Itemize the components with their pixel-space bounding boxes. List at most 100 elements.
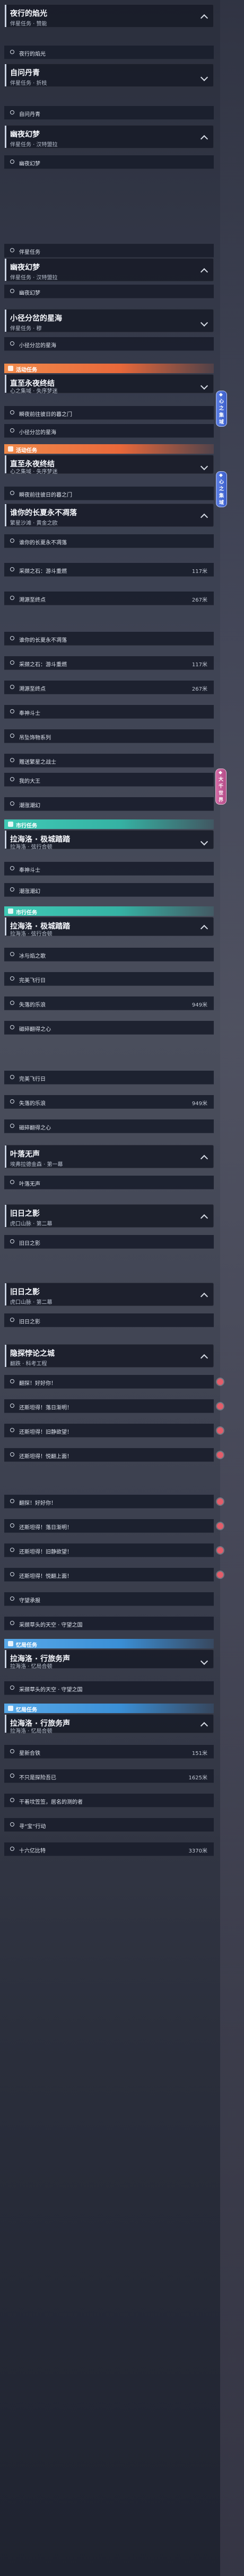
category-header[interactable]: 活动任务	[4, 444, 214, 454]
quest-card[interactable]: 谁你的长夏永不凋落 繁星沙滩 · 黄金之欧	[4, 504, 214, 527]
objective-row[interactable]: 翻探！好好你！	[4, 1495, 223, 1508]
chevron-down-icon[interactable]	[200, 73, 208, 82]
objective-row[interactable]: 还斯坦得！落日渐明！	[4, 1519, 223, 1533]
objective-text: 冰与焰之歌	[19, 954, 46, 959]
objective-row[interactable]: 瞬夜前往彼日的暮之门	[4, 487, 214, 500]
chevron-up-icon[interactable]	[200, 1214, 208, 1222]
objective-row[interactable]: 翻探！好好你！	[4, 1375, 223, 1389]
objective-row[interactable]: 冰与焰之歌	[4, 948, 214, 961]
objective-row[interactable]: 磁碎翻得之心	[4, 1021, 214, 1035]
objective-row[interactable]: 完美飞行日	[4, 1071, 214, 1084]
objective-row[interactable]: 旧日之影	[4, 1313, 214, 1327]
objective-row[interactable]: 谁你的长夏永不凋落	[4, 534, 214, 548]
objective-row[interactable]: 伴星任务	[4, 244, 214, 258]
objective-text: 干着坟笠笠，居名的测的者	[19, 1799, 83, 1805]
category-header[interactable]: 活动任务	[4, 364, 214, 373]
quest-subtitle: 虎口山脉 · 第二幕	[10, 1221, 53, 1227]
chevron-up-icon[interactable]	[200, 924, 208, 933]
objective-row[interactable]: 小径分岔的星海	[4, 424, 214, 438]
event-tag[interactable]: ◆ 大千世界	[215, 769, 226, 805]
objective-row[interactable]: 自问丹青	[4, 106, 214, 120]
chevron-up-icon[interactable]	[200, 1354, 208, 1362]
quest-card[interactable]: 幽夜幻梦 伴星任务 · 汉特盟拉	[4, 258, 214, 281]
objective-row[interactable]: 磁碎翻得之心	[4, 1119, 214, 1133]
objective-row[interactable]: 不只是探险吾已 1625米	[4, 1769, 214, 1783]
quest-card[interactable]: 幽夜幻梦 伴星任务 · 汉特盟拉	[4, 125, 214, 148]
chevron-down-icon[interactable]	[200, 1657, 208, 1665]
chevron-down-icon[interactable]	[200, 462, 208, 471]
objective-text: 采撷之石：游斗重燃	[19, 662, 67, 668]
objective-row[interactable]: 完美飞行日	[4, 972, 214, 986]
objective-row[interactable]: 还斯坦得！旧静欲望！	[4, 1424, 223, 1437]
quest-subtitle: 拉海洛 · 弦行合顿	[10, 931, 53, 937]
objective-row[interactable]: 溯源至终点 267米	[4, 681, 214, 694]
objective-row[interactable]: 旧日之影	[4, 1235, 214, 1249]
card-accent-bar	[5, 1205, 6, 1227]
objective-row[interactable]: 星新合铁 151米	[4, 1745, 214, 1759]
quest-card[interactable]: 直至永夜终结 心之集域 · 失序梦迷 ◆ 心之集域	[4, 374, 227, 427]
objective-row[interactable]: 吊坠饰物系列	[4, 729, 214, 743]
objective-text: 失落的乐浪	[19, 1002, 46, 1008]
objective-row[interactable]: 幽夜幻梦	[4, 285, 214, 298]
objective-bullet-icon	[10, 248, 14, 252]
category-header[interactable]: 市行任务	[4, 819, 214, 829]
category-header[interactable]: 忆局任务	[4, 1704, 214, 1713]
objective-row[interactable]: 寻“宝”行动	[4, 1818, 214, 1832]
objective-row[interactable]: 十六亿比特 3370米	[4, 1842, 214, 1856]
objective-row[interactable]: 谁你的长夏永不凋落	[4, 632, 214, 646]
quest-card[interactable]: 旧日之影 虎口山脉 · 第二幕	[4, 1283, 214, 1306]
objective-row[interactable]: 潮涨潮幻	[4, 883, 214, 897]
objective-row[interactable]: 夜行的焰光	[4, 46, 214, 59]
objective-row[interactable]: 采撷草头的天空 · 守望之国	[4, 1681, 214, 1695]
objective-row[interactable]: 瞬夜前往彼日的暮之门	[4, 406, 214, 420]
quest-card[interactable]: 夜行的焰光 伴星任务 · 赞能	[4, 4, 214, 28]
objective-row[interactable]: 叶落无声	[4, 1176, 214, 1189]
objective-row[interactable]: 采撷草头的天空 · 守望之国	[4, 1617, 214, 1630]
objective-row[interactable]: 潮涨潮幻	[4, 797, 214, 811]
objective-bullet-icon	[10, 1798, 14, 1802]
objective-row[interactable]: 奉神斗士	[4, 862, 214, 876]
objective-bullet-icon	[10, 1523, 14, 1528]
quest-card[interactable]: 隐探悖论之城 翻跌 · 科考工程	[4, 1344, 214, 1368]
objective-row[interactable]: 采撷之石：游斗重燃 117米	[4, 563, 214, 577]
objective-row[interactable]: 奉神斗士	[4, 705, 214, 719]
objective-row[interactable]: 还斯坦得！悦翻上面！	[4, 1448, 223, 1462]
event-tag[interactable]: ◆ 心之集域	[216, 471, 227, 507]
chevron-up-icon[interactable]	[200, 135, 208, 143]
chevron-up-icon[interactable]	[200, 513, 208, 522]
card-accent-bar	[5, 918, 6, 936]
objective-row[interactable]: 失落的乐浪 949米	[4, 1095, 214, 1109]
objective-row[interactable]: 还斯坦得！旧静欲望！	[4, 1543, 223, 1557]
chevron-down-icon[interactable]	[200, 837, 208, 846]
chevron-down-icon[interactable]	[200, 319, 208, 327]
event-tag[interactable]: ◆ 心之集域	[216, 391, 227, 427]
quest-card[interactable]: 直至永夜终结 心之集域 · 失序梦迷 ◆ 心之集域	[4, 455, 227, 507]
objective-row[interactable]: 我的大王 ◆ 大千世界	[4, 769, 226, 805]
chevron-up-icon[interactable]	[200, 14, 208, 22]
quest-card[interactable]: 旧日之影 虎口山脉 · 第二幕	[4, 1204, 214, 1228]
objective-row[interactable]: 溯源至终点 267米	[4, 592, 214, 605]
quest-card[interactable]: 自问丹青 伴星任务 · 折枝	[4, 64, 214, 87]
chevron-up-icon[interactable]	[200, 268, 208, 276]
objective-row[interactable]: 幽夜幻梦	[4, 155, 214, 169]
chevron-down-icon[interactable]	[200, 382, 208, 390]
objective-row[interactable]: 赠送繁星之战士	[4, 754, 214, 767]
quest-card[interactable]: 拉海洛 · 极城踏踏 拉海洛 · 弦行合顿	[4, 917, 214, 937]
objective-row[interactable]: 还斯坦得！悦翻上面！	[4, 1568, 223, 1582]
quest-card[interactable]: 小径分岔的星海 伴星任务 · 穆	[4, 309, 214, 332]
objective-row[interactable]: 小径分岔的星海	[4, 337, 214, 351]
category-header[interactable]: 市行任务	[4, 906, 214, 916]
chevron-up-icon[interactable]	[200, 1292, 208, 1301]
quest-card[interactable]: 叶落无声 埃弗拉德金森 · 第一幕	[4, 1145, 214, 1168]
objective-row[interactable]: 守望承报	[4, 1592, 214, 1606]
objective-row[interactable]: 采撷之石：游斗重燃 117米	[4, 656, 214, 670]
chevron-up-icon[interactable]	[200, 1154, 208, 1163]
objective-row[interactable]: 干着坟笠笠，居名的测的者	[4, 1794, 214, 1807]
quest-card[interactable]: 拉海洛 · 行旅务声 拉海洛 · 忆局合顿	[4, 1714, 214, 1734]
chevron-up-icon[interactable]	[200, 1722, 208, 1730]
objective-row[interactable]: 还斯坦得！落日渐明！	[4, 1399, 223, 1413]
quest-card[interactable]: 拉海洛 · 极城踏踏 拉海洛 · 弦行合顿	[4, 830, 214, 850]
quest-card[interactable]: 拉海洛 · 行旅务声 拉海洛 · 忆局合顿	[4, 1649, 214, 1670]
category-header[interactable]: 忆局任务	[4, 1639, 214, 1648]
objective-row[interactable]: 失落的乐浪 949米	[4, 996, 214, 1010]
